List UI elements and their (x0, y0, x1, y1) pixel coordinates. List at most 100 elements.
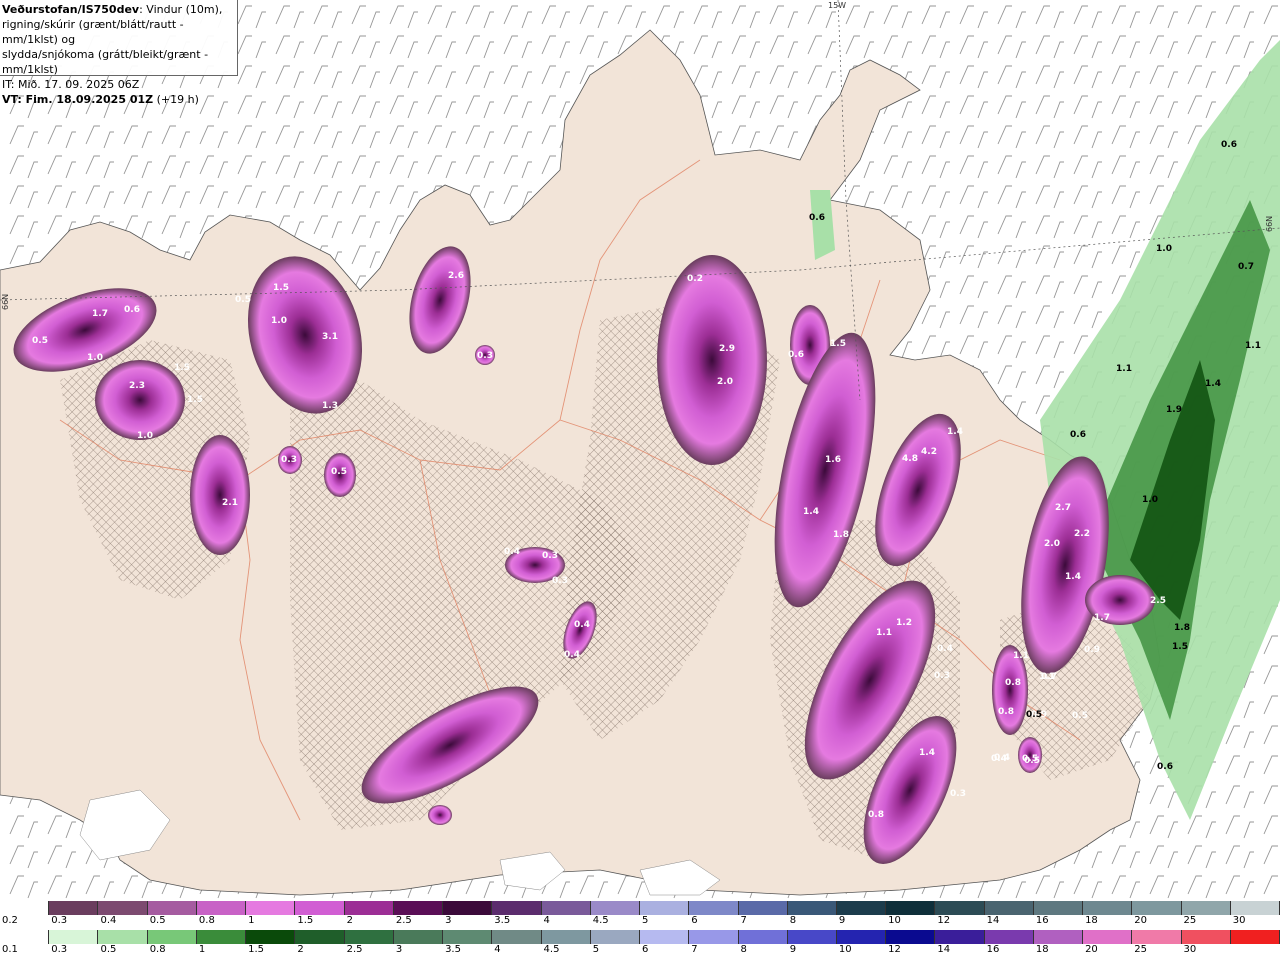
precip-value-label: 1.7 (1094, 613, 1110, 623)
legend-label: 12 (888, 944, 901, 955)
legend-label: 12 (937, 915, 951, 926)
precip-value-label: 1.7 (92, 309, 108, 319)
legend-swatch (0, 930, 50, 944)
precip-value-label: 0.3 (542, 551, 558, 561)
precip-value-label: 1.4 (947, 427, 963, 437)
latitude-label-left: 66N (1, 294, 10, 310)
rain-color-legend (0, 930, 1280, 944)
precip-value-label: 2.7 (1055, 503, 1071, 513)
precip-value-label: 4.2 (921, 447, 937, 457)
legend-swatch (344, 930, 394, 944)
precip-value-label: 2.0 (717, 377, 733, 387)
legend-label: 0.3 (51, 944, 68, 955)
legend-label: 30 (1183, 944, 1197, 955)
precip-value-label: 1.4 (919, 748, 935, 758)
legend-swatch (492, 930, 542, 944)
precip-value-label: 0.6 (124, 305, 140, 315)
legend-label: 16 (1035, 915, 1049, 926)
legend-label: 14 (986, 915, 1000, 926)
legend-label: 2.5 (346, 944, 363, 955)
legend-swatch (1181, 901, 1231, 915)
legend-swatch (1033, 930, 1084, 944)
precip-value-label: 1.5 (174, 363, 190, 373)
description-line-2: rigning/skúrir (grænt/blátt/rautt - mm/1… (2, 18, 184, 46)
precip-value-label: 1.5 (1172, 642, 1188, 652)
precip-value-label: 4.8 (902, 454, 918, 464)
legend-label: 4 (543, 915, 550, 926)
precip-value-label: 0.8 (998, 707, 1014, 717)
legend-swatch (443, 901, 493, 915)
legend-swatch (0, 901, 50, 915)
precip-value-label: 1.0 (1142, 495, 1158, 505)
legend-label: 4 (494, 944, 501, 955)
map-info-box: Veðurstofan/IS750dev: Vindur (10m), rign… (0, 0, 238, 106)
legend-swatch (787, 901, 837, 915)
legend-label: 3 (445, 915, 452, 926)
precip-value-label: 1.4 (803, 507, 819, 517)
precip-value-label: 0.3 (552, 576, 568, 586)
legend-swatch (49, 901, 99, 915)
legend-swatch (738, 930, 788, 944)
precip-value-label: 0.4 (937, 644, 953, 654)
precip-value-label: 1.5 (830, 339, 846, 349)
legend-label: 10 (838, 944, 852, 955)
legend-label: 8 (740, 944, 747, 955)
legend-swatch (492, 901, 542, 915)
precip-value-label: 0.3 (281, 455, 297, 465)
precip-value-label: 1.0 (1156, 244, 1172, 254)
legend-label: 25 (1134, 944, 1148, 955)
legend-swatch (49, 930, 99, 944)
legend-label: 20 (1134, 915, 1148, 926)
legend-label: 1.5 (248, 944, 265, 955)
legend-label: 0.4 (100, 915, 117, 926)
legend-swatch (984, 930, 1034, 944)
rain-legend-labels: 0.1 0.3 0.5 0.8 1 1.5 2 2.5 3 3.5 4 4.5 5 6 7 8 9 10 12 14 1… (0, 944, 1280, 958)
precip-value-label: 0.8 (1005, 678, 1021, 688)
legend-label: 0.5 (100, 944, 117, 955)
legend-swatch (886, 930, 936, 944)
legend-swatch (836, 901, 887, 915)
legend-swatch (295, 901, 345, 915)
precip-value-label: 0.3 (950, 789, 966, 799)
legend-swatch (344, 901, 394, 915)
legend-swatch (147, 930, 197, 944)
precip-value-label: 1.0 (87, 353, 103, 363)
precip-value-label: 1.8 (833, 530, 849, 540)
precip-value-label: 3.1 (322, 332, 338, 342)
legend-swatch (935, 901, 985, 915)
legend-swatch (541, 901, 591, 915)
precip-value-label: 1.3 (322, 401, 338, 411)
legend-swatch (640, 930, 690, 944)
precip-value-label: 1.0 (137, 431, 153, 441)
legend-swatch (984, 901, 1034, 915)
precip-value-label: 0.5 (235, 295, 251, 305)
precip-value-label: 1.2 (896, 618, 912, 628)
legend-label: 9 (838, 915, 846, 926)
precip-value-label: 0.6 (1221, 140, 1237, 150)
precip-value-label: 0.4 (574, 620, 590, 630)
valid-time: VT: Fim. 18.09.2025 01Z (2, 93, 154, 106)
legend-label: 0.3 (51, 915, 68, 926)
legend-label: 2.5 (395, 915, 412, 926)
precip-value-label: 0.4 (504, 547, 520, 557)
precip-value-label: 2.2 (1074, 529, 1090, 539)
legend-label: 18 (1085, 915, 1098, 926)
precip-value-label: 2.6 (448, 271, 464, 281)
precip-value-label: 1.4 (1205, 379, 1221, 389)
legend-swatch (1083, 901, 1133, 915)
legend-label: 16 (986, 944, 1000, 955)
description-line-1: : Vindur (10m), (139, 3, 223, 16)
legend-swatch (886, 901, 936, 915)
description-line-3: slydda/snjókoma (grátt/bleikt/grænt - mm… (2, 48, 209, 76)
legend-swatch (640, 901, 690, 915)
precip-value-label: 0.6 (809, 213, 825, 223)
precip-value-label: 0.9 (1084, 645, 1100, 655)
precip-value-label: 0.8 (868, 810, 884, 820)
legend-swatch (1132, 930, 1182, 944)
legend-swatch (787, 930, 837, 944)
legend-label: 4.5 (543, 944, 560, 955)
precip-value-label: 0.6 (788, 350, 804, 360)
legend-label: 3 (395, 944, 403, 955)
legend-label: 0.5 (149, 915, 166, 926)
legend-label: 20 (1085, 944, 1098, 955)
